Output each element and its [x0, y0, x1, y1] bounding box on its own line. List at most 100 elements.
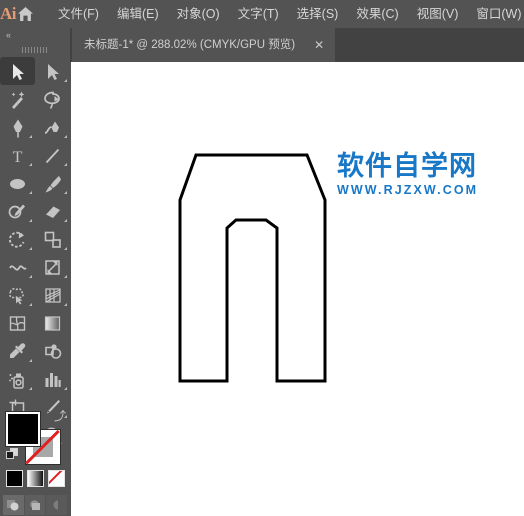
watermark-url: WWW.RJZXW.COM	[337, 183, 479, 197]
tool-flyout-indicator	[64, 191, 67, 194]
svg-text:T: T	[13, 149, 23, 166]
default-colors-icon[interactable]	[6, 448, 19, 461]
eraser-tool[interactable]	[35, 197, 70, 225]
free-transform-icon	[45, 259, 60, 275]
lasso-tool[interactable]	[35, 85, 70, 113]
tool-flyout-indicator	[29, 247, 32, 250]
menu-edit[interactable]: 编辑(E)	[108, 3, 168, 26]
tool-flyout-indicator	[29, 359, 32, 362]
symbol-sprayer-tool[interactable]	[0, 365, 35, 393]
tool-flyout-indicator	[64, 247, 67, 250]
tool-flyout-indicator	[64, 219, 67, 222]
selection-tool[interactable]	[0, 57, 35, 85]
fill-swatch[interactable]	[6, 412, 40, 446]
width-warp-icon	[9, 264, 27, 271]
tool-flyout-indicator	[29, 191, 32, 194]
tool-flyout-indicator	[29, 135, 32, 138]
shaper-tool[interactable]	[0, 197, 35, 225]
draw-mode-row	[3, 495, 68, 515]
tool-flyout-indicator	[29, 163, 32, 166]
width-tool[interactable]	[0, 253, 35, 281]
scale-tool[interactable]	[35, 225, 70, 253]
tool-flyout-indicator	[64, 275, 67, 278]
document-tab[interactable]: 未标题-1* @ 288.02% (CMYK/GPU 预览) ✕	[72, 28, 336, 62]
close-icon[interactable]: ✕	[311, 39, 327, 51]
menu-items: 文件(F) 编辑(E) 对象(O) 文字(T) 选择(S) 效果(C) 视图(V) 窗口(W)	[49, 3, 524, 26]
tool-flyout-indicator	[64, 163, 67, 166]
menu-file[interactable]: 文件(F)	[49, 3, 108, 26]
color-mode-gradient[interactable]	[26, 470, 44, 487]
pen-icon	[13, 119, 23, 137]
menu-select[interactable]: 选择(S)	[288, 3, 348, 26]
color-controls: ⤴	[0, 408, 70, 516]
lasso-icon	[44, 91, 60, 109]
tool-flyout-indicator	[29, 303, 32, 306]
free-transform-tool[interactable]	[35, 253, 70, 281]
menu-effect[interactable]: 效果(C)	[347, 3, 407, 26]
draw-inside-mode[interactable]	[46, 495, 68, 515]
mesh-tool[interactable]	[0, 309, 35, 337]
menu-type[interactable]: 文字(T)	[229, 3, 288, 26]
tool-grid: T	[0, 57, 70, 449]
line-segment-tool[interactable]	[35, 141, 70, 169]
mesh-icon	[9, 315, 26, 331]
blend-icon	[45, 343, 62, 359]
gradient-tool[interactable]	[35, 309, 70, 337]
artboard-canvas[interactable]: 软件自学网 WWW.RJZXW.COM	[71, 62, 524, 516]
column-graph-tool[interactable]	[35, 365, 70, 393]
rotate-icon	[8, 231, 25, 248]
site-watermark: 软件自学网 WWW.RJZXW.COM	[337, 152, 478, 198]
tool-flyout-indicator	[64, 387, 67, 390]
tool-flyout-indicator	[64, 135, 67, 138]
magic-wand-tool[interactable]	[0, 85, 35, 113]
perspective-grid-tool[interactable]	[35, 281, 70, 309]
arrow-solid-icon	[13, 63, 24, 80]
direct-selection-tool[interactable]	[35, 57, 70, 85]
gradient-icon	[44, 315, 61, 331]
tool-flyout-indicator	[29, 219, 32, 222]
swap-arrow-icon[interactable]: ⤴	[54, 410, 66, 422]
magic-wand-icon	[11, 91, 25, 109]
add-anchor-point-tool[interactable]	[35, 113, 70, 141]
menu-window[interactable]: 窗口(W)	[467, 3, 524, 26]
shape-builder-icon	[9, 287, 24, 304]
home-icon[interactable]	[16, 0, 35, 28]
ellipse-icon	[10, 178, 25, 189]
rotate-tool[interactable]	[0, 225, 35, 253]
pen-tool[interactable]	[0, 113, 35, 141]
eraser-icon	[46, 206, 60, 218]
paintbrush-icon	[45, 175, 61, 192]
scale-icon	[44, 231, 61, 248]
menu-object[interactable]: 对象(O)	[168, 3, 229, 26]
color-mode-solid[interactable]	[5, 470, 23, 487]
shape-builder-tool[interactable]	[0, 281, 35, 309]
type-tool[interactable]: T	[0, 141, 35, 169]
line-segment-icon	[45, 148, 60, 163]
illustrator-window: Ai 文件(F) 编辑(E) 对象(O) 文字(T) 选择(S) 效果(C) 视图(V) 窗口…	[0, 0, 524, 516]
tool-flyout-indicator	[64, 303, 67, 306]
color-mode-none[interactable]	[47, 470, 65, 487]
panel-drag-handle[interactable]	[0, 43, 70, 56]
eyedropper-icon	[10, 342, 26, 358]
perspective-grid-icon	[45, 287, 61, 303]
symbol-sprayer-icon	[9, 373, 24, 389]
document-tab-title: 未标题-1* @ 288.02% (CMYK/GPU 预览)	[84, 39, 296, 51]
collapse-panel-button[interactable]: «	[0, 28, 70, 43]
blend-tool[interactable]	[35, 337, 70, 365]
tool-flyout-indicator	[64, 79, 67, 82]
fill-stroke-controls: ⤴	[6, 410, 66, 465]
watermark-chinese: 软件自学网	[337, 151, 477, 182]
eyedropper-tool[interactable]	[0, 337, 35, 365]
trousers-outline-shape[interactable]	[71, 62, 524, 516]
draw-behind-mode[interactable]	[24, 495, 46, 515]
tool-flyout-indicator	[29, 275, 32, 278]
app-logo: Ai	[0, 4, 17, 23]
menu-bar: Ai 文件(F) 编辑(E) 对象(O) 文字(T) 选择(S) 效果(C) 视图(V) 窗口…	[0, 0, 524, 28]
color-mode-row	[0, 470, 70, 487]
draw-normal-mode[interactable]	[3, 495, 24, 515]
menu-view[interactable]: 视图(V)	[408, 3, 468, 26]
shaper-pencil-icon	[8, 204, 25, 218]
paintbrush-tool[interactable]	[35, 169, 70, 197]
ellipse-tool[interactable]	[0, 169, 35, 197]
curvature-pen-icon	[44, 121, 59, 134]
